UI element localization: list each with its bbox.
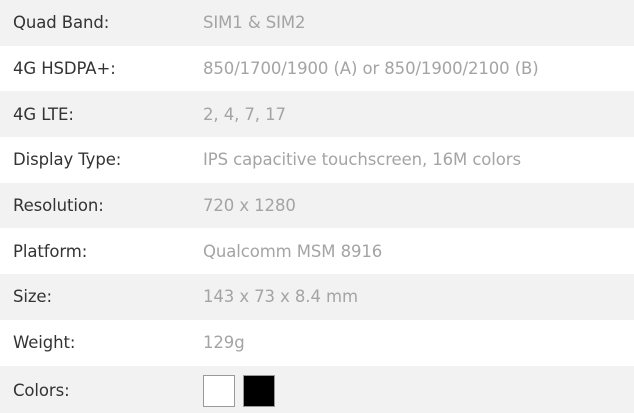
spec-value: 129g: [203, 333, 245, 353]
spec-label: Colors:: [13, 380, 70, 400]
spec-label: Size:: [13, 287, 52, 307]
spec-label: Platform:: [13, 241, 88, 261]
spec-label: Quad Band:: [13, 13, 110, 33]
spec-row-quad-band: Quad Band: SIM1 & SIM2: [0, 0, 634, 46]
color-swatch-black[interactable]: [243, 374, 275, 407]
spec-table: Quad Band: SIM1 & SIM2 4G HSDPA+: 850/17…: [0, 0, 634, 413]
spec-value: 850/1700/1900 (A) or 850/1900/2100 (B): [203, 59, 539, 79]
spec-label: Resolution:: [13, 196, 104, 216]
spec-row-resolution: Resolution: 720 x 1280: [0, 182, 634, 229]
color-swatch-white[interactable]: [203, 374, 235, 407]
spec-row-4g-lte: 4G LTE: 2, 4, 7, 17: [0, 91, 634, 138]
spec-row-weight: Weight: 129g: [0, 319, 634, 366]
spec-row-size: Size: 143 x 73 x 8.4 mm: [0, 274, 634, 320]
spec-value: 143 x 73 x 8.4 mm: [203, 287, 358, 307]
spec-row-platform: Platform: Qualcomm MSM 8916: [0, 228, 634, 275]
spec-label: Display Type:: [13, 150, 122, 170]
spec-value: Qualcomm MSM 8916: [203, 241, 383, 261]
spec-row-colors: Colors:: [0, 365, 634, 413]
spec-label: 4G LTE:: [13, 104, 74, 124]
spec-row-4g-hsdpa: 4G HSDPA+: 850/1700/1900 (A) or 850/1900…: [0, 45, 634, 92]
spec-value: 2, 4, 7, 17: [203, 104, 286, 124]
spec-value: 720 x 1280: [203, 196, 296, 216]
spec-value: IPS capacitive touchscreen, 16M colors: [203, 150, 521, 170]
color-swatches: [203, 374, 634, 407]
spec-row-display-type: Display Type: IPS capacitive touchscreen…: [0, 137, 634, 183]
spec-value: SIM1 & SIM2: [203, 13, 306, 33]
spec-label: Weight:: [13, 333, 76, 353]
spec-label: 4G HSDPA+:: [13, 59, 116, 79]
